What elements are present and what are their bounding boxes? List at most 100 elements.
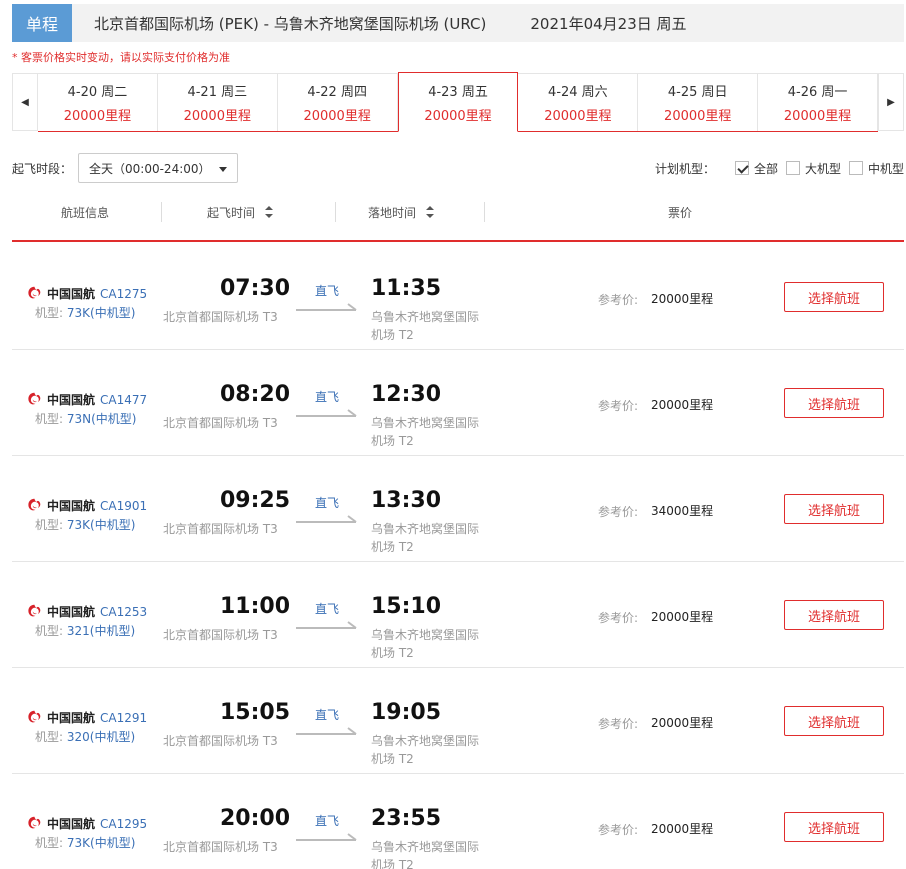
- departure-airport: 北京首都国际机场 T3: [163, 522, 278, 536]
- air-china-logo-icon: [28, 604, 41, 617]
- date-tab[interactable]: 4-25 周日 20000里程: [638, 73, 759, 131]
- plane-type-value[interactable]: 73K(中机型): [67, 306, 136, 320]
- flight-number[interactable]: CA1295: [100, 817, 147, 831]
- date-tab[interactable]: 4-22 周四 20000里程: [277, 73, 398, 131]
- plane-type-value[interactable]: 73K(中机型): [67, 836, 136, 850]
- select-flight-button[interactable]: 选择航班: [784, 282, 884, 312]
- column-headers: 航班信息 起飞时间 落地时间 票价: [12, 196, 904, 242]
- date-tab[interactable]: 4-21 周三 20000里程: [157, 73, 278, 131]
- select-flight-button[interactable]: 选择航班: [784, 706, 884, 736]
- price-notice: * 客票价格实时变动，请以实际支付价格为准: [12, 51, 230, 64]
- date-tab-date: 4-20 周二: [67, 85, 128, 100]
- plane-type-checkbox[interactable]: 全部: [734, 160, 778, 177]
- select-flight-button[interactable]: 选择航班: [784, 494, 884, 524]
- date-tab-price: 20000里程: [664, 109, 732, 124]
- flight-row: 中国国航 CA1275 机型: 73K(中机型) 07:30 北京首都国际机场 T3 直飞…: [12, 244, 904, 350]
- arrival-time: 23:55: [371, 806, 442, 831]
- plane-type-value[interactable]: 73N(中机型): [67, 412, 137, 426]
- date-tab[interactable]: 4-20 周二 20000里程: [38, 73, 158, 131]
- select-flight-button[interactable]: 选择航班: [784, 600, 884, 630]
- flight-number[interactable]: CA1901: [100, 499, 147, 513]
- plane-type-label: 机型:: [35, 730, 64, 744]
- checkbox-icon[interactable]: [734, 161, 749, 175]
- date-tab[interactable]: 4-24 周六 20000里程: [518, 73, 639, 131]
- direct-flight-tag: 直飞: [315, 814, 340, 828]
- airline-info: 中国国航 CA1295: [26, 815, 147, 832]
- checkbox-icon[interactable]: [785, 161, 800, 175]
- arrival-airport: 乌鲁木齐地窝堡国际机场 T2: [371, 734, 480, 766]
- time-filter-label: 起飞时段：: [12, 161, 73, 176]
- col-depart-time[interactable]: 起飞时间: [207, 196, 274, 228]
- plane-type-label: 机型:: [35, 412, 64, 426]
- left-arrow-icon[interactable]: ◀: [12, 73, 38, 131]
- flight-number[interactable]: CA1253: [100, 605, 147, 619]
- arrival-airport: 乌鲁木齐地窝堡国际机场 T2: [371, 522, 480, 554]
- direct-flight-tag: 直飞: [315, 390, 340, 404]
- air-china-logo-icon: [28, 710, 41, 723]
- col-arrive-time[interactable]: 落地时间: [368, 196, 435, 228]
- arrival-time: 13:30: [371, 488, 442, 513]
- price-value: 20000里程: [651, 610, 714, 624]
- plane-type-label: 机型:: [35, 306, 64, 320]
- col-divider: [161, 202, 162, 222]
- departure-airport: 北京首都国际机场 T3: [163, 310, 278, 324]
- airline-name: 中国国航: [47, 393, 96, 407]
- time-range-value: 全天（00:00-24:00）: [89, 161, 211, 176]
- date-strip: ◀ 4-20 周二 20000里程 4-21 周三 20000里程 4-22 周四 200…: [12, 72, 904, 132]
- date-tab[interactable]: 4-26 周一 20000里程: [758, 73, 879, 131]
- time-range-select[interactable]: 全天（00:00-24:00）: [78, 153, 239, 183]
- sort-icon[interactable]: [426, 206, 435, 218]
- departure-airport: 北京首都国际机场 T3: [163, 734, 278, 748]
- price-value: 20000里程: [651, 822, 714, 836]
- right-arrow-icon[interactable]: ▶: [878, 73, 904, 131]
- arrival-time: 12:30: [371, 382, 442, 407]
- departure-airport: 北京首都国际机场 T3: [163, 416, 278, 430]
- flight-number[interactable]: CA1477: [100, 393, 147, 407]
- checkbox-label: 全部: [753, 161, 778, 176]
- checkbox-icon[interactable]: [848, 161, 863, 175]
- plane-type: 机型: 73K(中机型): [35, 304, 135, 321]
- date-tab-price: 20000里程: [303, 109, 371, 124]
- date-tab-date: 4-23 周五: [428, 84, 488, 100]
- flight-row: 中国国航 CA1253 机型: 321(中机型) 11:00 北京首都国际机场 T3 直飞…: [12, 562, 904, 668]
- arrival-airport: 乌鲁木齐地窝堡国际机场 T2: [371, 416, 480, 448]
- airline-name: 中国国航: [47, 605, 96, 619]
- airline-info: 中国国航 CA1291: [26, 709, 147, 726]
- plane-options: 全部 大机型 中机型: [727, 160, 904, 177]
- date-tab[interactable]: 4-23 周五 20000里程: [397, 72, 519, 132]
- plane-type-value[interactable]: 73K(中机型): [67, 518, 136, 532]
- departure-time: 07:30: [220, 276, 291, 301]
- departure-time: 11:00: [220, 594, 291, 619]
- select-flight-button[interactable]: 选择航班: [784, 812, 884, 842]
- date-tab-price: 20000里程: [783, 109, 852, 124]
- airline-name: 中国国航: [47, 711, 96, 725]
- flight-arrow-icon: [296, 833, 357, 841]
- flight-number[interactable]: CA1275: [100, 287, 147, 301]
- date-tab-price: 20000里程: [424, 108, 492, 124]
- airline-name: 中国国航: [47, 499, 96, 513]
- date-tab-price: 20000里程: [183, 109, 251, 124]
- plane-type: 机型: 320(中机型): [35, 728, 135, 745]
- plane-type-checkbox[interactable]: 中机型: [848, 160, 904, 177]
- plane-type-value[interactable]: 321(中机型): [67, 624, 135, 638]
- plane-type-label: 机型:: [35, 836, 64, 850]
- flight-arrow-icon: [296, 409, 357, 417]
- flight-arrow-icon: [296, 515, 357, 523]
- plane-type-value[interactable]: 320(中机型): [67, 730, 135, 744]
- arrival-airport: 乌鲁木齐地窝堡国际机场 T2: [371, 840, 480, 869]
- date-tab-date: 4-22 周四: [307, 85, 367, 100]
- plane-type: 机型: 73N(中机型): [35, 410, 137, 427]
- select-flight-button[interactable]: 选择航班: [784, 388, 884, 418]
- airline-info: 中国国航 CA1275: [26, 285, 147, 302]
- air-china-logo-icon: [28, 498, 41, 511]
- departure-airport: 北京首都国际机场 T3: [163, 840, 278, 854]
- arrival-airport: 乌鲁木齐地窝堡国际机场 T2: [371, 628, 480, 660]
- flight-arrow-icon: [296, 621, 357, 629]
- plane-type: 机型: 73K(中机型): [35, 516, 135, 533]
- plane-type-checkbox[interactable]: 大机型: [785, 160, 841, 177]
- direct-flight-tag: 直飞: [315, 496, 340, 510]
- sort-icon[interactable]: [265, 206, 274, 218]
- flight-number[interactable]: CA1291: [100, 711, 147, 725]
- col-price: 票价: [668, 205, 693, 220]
- flight-row: 中国国航 CA1901 机型: 73K(中机型) 09:25 北京首都国际机场 T3 直飞…: [12, 456, 904, 562]
